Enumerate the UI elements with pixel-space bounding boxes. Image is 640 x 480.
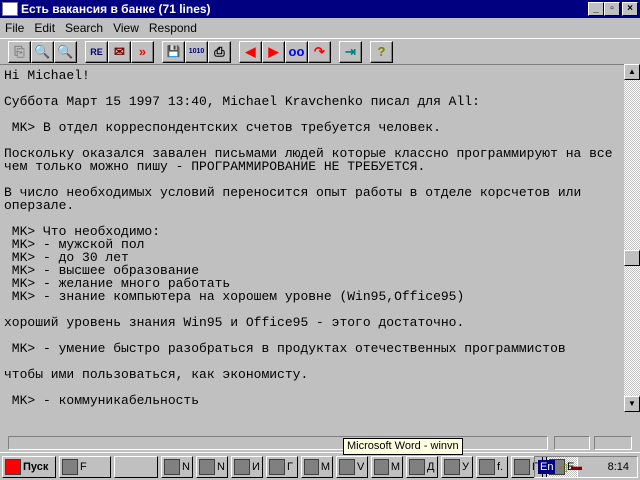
system-tray: En ◁ ▬ 8:14: [534, 456, 638, 478]
print-icon[interactable]: ⎙: [208, 40, 231, 63]
message-line: хороший уровень знания Win95 и Office95 …: [4, 315, 465, 330]
message-line: MK> - коммуникабельность: [4, 393, 200, 408]
menu-respond[interactable]: Respond: [144, 21, 202, 35]
task-app-icon: [514, 458, 530, 475]
app-icon[interactable]: [2, 2, 18, 16]
exit-icon[interactable]: ⇥: [339, 40, 362, 63]
task-app-icon: [374, 458, 389, 475]
message-line: оперзале.: [4, 198, 75, 213]
menu-view[interactable]: View: [108, 21, 144, 35]
glasses-icon[interactable]: oo: [285, 40, 308, 63]
task-app-icon: [234, 458, 250, 475]
status-panel-main: [8, 436, 548, 450]
taskbar-button-label: M: [320, 460, 330, 473]
message-line: MK> - умение быстро разобраться в продук…: [4, 341, 566, 356]
search-icon[interactable]: 🔍: [31, 40, 54, 63]
taskbar-button-label: N: [182, 460, 190, 473]
menu-edit[interactable]: Edit: [29, 21, 60, 35]
task-app-icon: [444, 458, 460, 475]
status-bar: [0, 434, 640, 451]
window-title: Есть вакансия в банке (71 lines): [21, 2, 211, 16]
taskbar-button-label: Д: [427, 460, 435, 473]
taskbar-button-label: Г: [287, 460, 293, 473]
minimize-button[interactable]: _: [588, 2, 604, 16]
taskbar-button[interactable]: M: [371, 455, 403, 478]
save-icon[interactable]: 💾: [162, 40, 185, 63]
status-panel-3: [594, 436, 632, 450]
close-button[interactable]: ×: [622, 2, 638, 16]
taskbar-button[interactable]: У: [441, 455, 473, 478]
message-line: чем только можно пишу - ПРОГРАММИРОВАНИЕ…: [4, 159, 426, 174]
task-app-icon: [409, 458, 425, 475]
binary-save-icon[interactable]: 1010: [185, 40, 208, 63]
taskbar-button[interactable]: И: [231, 455, 263, 478]
message-line: В число необходимых условий переносится …: [4, 185, 582, 200]
taskbar-button-label: У: [462, 460, 469, 473]
task-app-icon: [164, 458, 180, 475]
menu-search[interactable]: Search: [60, 21, 108, 35]
scroll-down-button[interactable]: ▼: [624, 396, 640, 412]
title-bar: Есть вакансия в банке (71 lines) _ ▫ ×: [0, 0, 640, 18]
mail-icon[interactable]: ✉: [108, 40, 131, 63]
redo-icon[interactable]: ↷: [308, 40, 331, 63]
scroll-up-button[interactable]: ▲: [624, 64, 640, 80]
taskbar-button-label: M: [390, 460, 400, 473]
taskbar-button[interactable]: F: [59, 455, 111, 478]
message-line: MK> В отдел корреспондентских счетов тре…: [4, 120, 441, 135]
taskbar-button[interactable]: f.: [476, 455, 508, 478]
taskbar-button[interactable]: N: [196, 455, 228, 478]
search-next-icon[interactable]: 🔍: [54, 40, 77, 63]
task-app-icon: [304, 458, 319, 475]
taskbar-button-label: F: [80, 460, 87, 473]
speaker-icon[interactable]: ◁: [558, 461, 566, 474]
previous-icon[interactable]: ◀: [239, 40, 262, 63]
status-panel-2: [554, 436, 590, 450]
taskbar-button-label: V: [357, 460, 365, 473]
task-app-icon: [339, 458, 355, 475]
task-app-icon: [269, 458, 285, 475]
message-line: Hi Michael!: [4, 68, 90, 83]
windows-logo-icon: [5, 458, 21, 475]
network-icon[interactable]: ▬: [571, 461, 582, 473]
taskbar-button-label: N: [217, 460, 225, 473]
forward-icon[interactable]: »: [131, 40, 154, 63]
language-indicator[interactable]: En: [538, 460, 556, 474]
task-app-icon: [62, 458, 78, 475]
taskbar-button[interactable]: [114, 455, 158, 478]
maximize-button[interactable]: ▫: [604, 2, 620, 16]
taskbar-button[interactable]: Г: [266, 455, 298, 478]
message-line: MK> - знание компьютера на хорошем уровн…: [4, 289, 465, 304]
message-line: Суббота Март 15 1997 13:40, Michael Krav…: [4, 94, 480, 109]
menu-bar: File Edit Search View Respond: [0, 19, 202, 37]
tooltip: Microsoft Word - winvn: [343, 438, 463, 455]
taskbar-button[interactable]: N: [161, 455, 193, 478]
scroll-thumb[interactable]: [624, 250, 640, 266]
message-body[interactable]: Hi Michael! Суббота Март 15 1997 13:40, M…: [0, 64, 624, 412]
taskbar-button-label: f.: [497, 460, 504, 473]
copy-icon[interactable]: ⎘: [8, 40, 31, 63]
start-button[interactable]: Пуск: [2, 455, 56, 478]
taskbar: Пуск F N N И Г M V M Д Уf. Г E En ◁ ▬ 8:14: [0, 452, 640, 480]
taskbar-button[interactable]: M: [301, 455, 333, 478]
clock[interactable]: 8:14: [608, 461, 629, 473]
taskbar-button[interactable]: Д: [406, 455, 438, 478]
taskbar-button-label: И: [252, 460, 260, 473]
vertical-scrollbar[interactable]: ▲ ▼: [624, 64, 640, 412]
help-icon[interactable]: ?: [370, 40, 393, 63]
next-icon[interactable]: ▶: [262, 40, 285, 63]
message-line: чтобы ими пользоваться, как экономисту.: [4, 367, 309, 382]
task-app-icon: [479, 458, 495, 475]
start-label: Пуск: [23, 460, 49, 473]
toolbar: ⎘ 🔍 🔍 RE ✉ » 💾 1010 ⎙ ◀ ▶ oo ↷ ⇥ ?: [0, 38, 640, 64]
menu-file[interactable]: File: [0, 21, 29, 35]
task-app-icon: [199, 458, 215, 475]
taskbar-button[interactable]: V: [336, 455, 368, 478]
reply-icon[interactable]: RE: [85, 40, 108, 63]
